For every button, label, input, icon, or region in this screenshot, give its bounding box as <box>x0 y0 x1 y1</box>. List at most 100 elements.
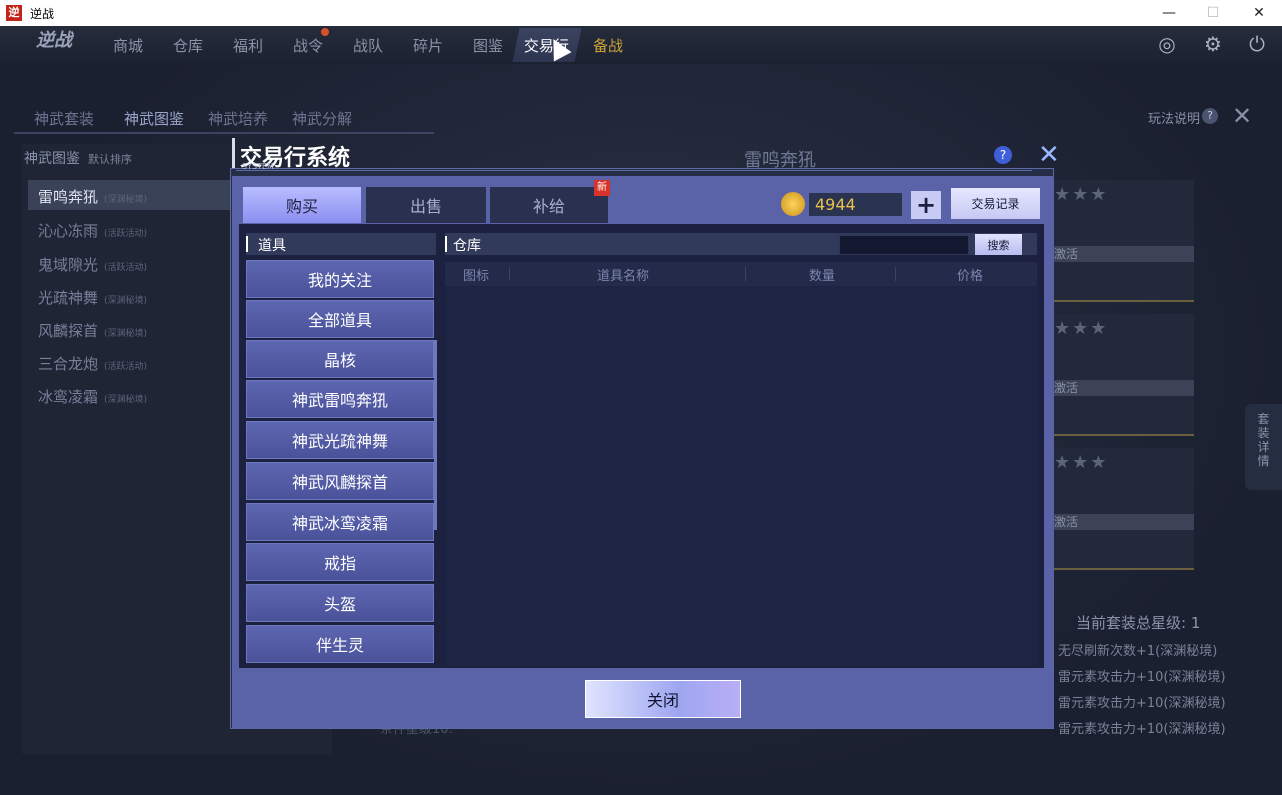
category-item-ring[interactable]: 戒指 <box>246 543 434 581</box>
list-item[interactable]: 冰鸾凌霜 (深渊秘境) <box>38 386 147 407</box>
list-item-name: 三合龙炮 <box>38 355 99 373</box>
modal-close-icon[interactable]: ✕ <box>1038 142 1060 168</box>
add-currency-button[interactable]: + <box>911 191 941 219</box>
collection-list-header: 神武图鉴 默认排序 <box>24 148 132 168</box>
category-list: 我的关注 全部道具 晶核 神武雷鸣奔犼 神武光疏神舞 神武风麟探首 神武冰鸾凌霜… <box>246 258 436 672</box>
nav-tab-battlepass[interactable]: 战令 <box>278 28 338 62</box>
sub-tab-collection[interactable]: 神武图鉴 <box>124 108 184 129</box>
list-item[interactable]: 鬼域隙光 (活跃活动) <box>38 254 147 275</box>
nav-tab-shop[interactable]: 商城 <box>98 28 158 62</box>
activate-label[interactable]: 激活 <box>1050 514 1194 530</box>
nav-tab-team[interactable]: 战队 <box>338 28 398 62</box>
help-icon[interactable]: ? <box>994 146 1012 164</box>
list-item-name: 光疏神舞 <box>38 289 99 307</box>
set-total-label: 当前套装总星级: <box>1076 614 1187 632</box>
category-item-companion[interactable]: 伴生灵 <box>246 625 434 663</box>
warehouse-header-accent <box>445 236 447 252</box>
nav-tab-prepare[interactable]: 备战 <box>578 28 638 62</box>
set-total-value: 1 <box>1190 614 1201 632</box>
close-icon[interactable]: ✕ <box>1232 102 1252 130</box>
category-header-accent <box>246 236 248 252</box>
title-divider <box>236 170 1032 171</box>
set-details-label: 套装详情 <box>1257 412 1270 468</box>
nav-tab-welfare[interactable]: 福利 <box>218 28 278 62</box>
list-item-tag: (深渊秘境) <box>104 329 148 339</box>
tab-supply[interactable]: 补给 <box>490 187 608 223</box>
column-divider <box>509 267 510 281</box>
target-icon[interactable]: ◎ <box>1154 31 1180 57</box>
question-icon[interactable]: ? <box>1202 108 1218 124</box>
list-item-tag: (深渊秘境) <box>104 296 148 306</box>
column-item-name: 道具名称 <box>597 269 650 284</box>
gameplay-help-link[interactable]: 玩法说明 <box>1148 108 1200 127</box>
category-item-weapon-4[interactable]: 神武冰鸾凌霜 <box>246 503 434 541</box>
list-item[interactable]: 沁心冻雨 (活跃活动) <box>38 220 147 241</box>
list-item-name: 冰鸾凌霜 <box>38 388 99 406</box>
power-icon[interactable]: ⏻ <box>1244 31 1270 57</box>
category-item-weapon-3[interactable]: 神武风麟探首 <box>246 462 434 500</box>
minimize-button[interactable]: — <box>1146 0 1192 26</box>
category-header: 道具 <box>246 233 436 255</box>
app-logo-icon: 逆 <box>6 5 22 21</box>
column-quantity: 数量 <box>809 269 836 284</box>
category-item-helmet[interactable]: 头盔 <box>246 584 434 622</box>
list-item-tag: (活跃活动) <box>104 362 148 372</box>
nav-tab-warehouse[interactable]: 仓库 <box>158 28 218 62</box>
sort-label[interactable]: 默认排序 <box>88 153 132 166</box>
gear-icon[interactable]: ⚙ <box>1200 31 1226 57</box>
search-input[interactable] <box>839 235 969 255</box>
title-accent <box>232 138 235 168</box>
star-rating: ★★★ <box>1054 452 1109 473</box>
game-logo: 逆战 <box>36 30 72 51</box>
list-item-name: 鬼域隙光 <box>38 256 99 274</box>
list-item-name: 雷鸣奔犼 <box>38 188 99 206</box>
category-item-all[interactable]: 全部道具 <box>246 300 434 338</box>
coin-icon <box>781 192 805 216</box>
new-badge: 新 <box>594 180 610 196</box>
star-cards: ★★★ 激活 ★★★ 激活 ★★★ 激活 <box>1050 180 1194 570</box>
star-card: ★★★ 激活 <box>1050 314 1194 436</box>
maximize-button[interactable]: ☐ <box>1190 0 1236 26</box>
category-item-weapon-1[interactable]: 神武雷鸣奔犼 <box>246 380 434 418</box>
search-button[interactable]: 搜索 <box>975 234 1022 255</box>
tab-sell[interactable]: 出售 <box>366 187 486 223</box>
set-bonus-line: 雷元素攻击力+10(深渊秘境) <box>1058 696 1226 711</box>
list-item[interactable]: 光疏神舞 (深渊秘境) <box>38 287 147 308</box>
set-bonus-line: 雷元素攻击力+10(深渊秘境) <box>1058 670 1226 685</box>
category-header-label: 道具 <box>258 238 286 254</box>
list-item-name: 沁心冻雨 <box>38 222 99 240</box>
column-divider <box>745 267 746 281</box>
star-rating: ★★★ <box>1054 184 1109 205</box>
category-item-crystal-core[interactable]: 晶核 <box>246 340 434 378</box>
set-bonus-line: 雷元素攻击力+10(深渊秘境) <box>1058 722 1226 737</box>
nav-tab-collection[interactable]: 图鉴 <box>458 28 518 62</box>
nav-tab-fragments[interactable]: 碎片 <box>398 28 458 62</box>
column-icon: 图标 <box>463 269 490 284</box>
window-titlebar: 逆 逆战 — ☐ ✕ <box>0 0 1282 26</box>
list-item[interactable]: 雷鸣奔犼 (深渊秘境) <box>38 186 147 207</box>
activate-label[interactable]: 激活 <box>1050 246 1194 262</box>
window-close-button[interactable]: ✕ <box>1236 0 1282 26</box>
list-item-tag: (活跃活动) <box>104 263 148 273</box>
category-scrollbar[interactable] <box>434 340 437 530</box>
list-item[interactable]: 三合龙炮 (活跃活动) <box>38 353 147 374</box>
currency-amount: 4944 <box>809 193 902 216</box>
category-item-following[interactable]: 我的关注 <box>246 260 434 298</box>
close-button[interactable]: 关闭 <box>585 680 741 718</box>
list-item-name: 风麟探首 <box>38 322 99 340</box>
sub-tab-cultivate[interactable]: 神武培养 <box>208 108 268 129</box>
sub-tab-sets[interactable]: 神武套装 <box>34 108 94 129</box>
sub-tab-decompose[interactable]: 神武分解 <box>292 108 352 129</box>
collection-list-title: 神武图鉴 <box>24 151 80 167</box>
column-divider <box>895 267 896 281</box>
activate-label[interactable]: 激活 <box>1050 380 1194 396</box>
set-details-handle[interactable]: 套装详情 <box>1245 404 1282 490</box>
list-item-tag: (活跃活动) <box>104 229 148 239</box>
category-item-weapon-2[interactable]: 神武光疏神舞 <box>246 421 434 459</box>
list-item-tag: (深渊秘境) <box>104 195 148 205</box>
tab-buy[interactable]: 购买 <box>243 187 361 223</box>
set-bonus-line: 无尽刷新次数+1(深渊秘境) <box>1058 644 1218 659</box>
warehouse-column-headers: 图标 道具名称 数量 价格 <box>445 262 1037 286</box>
trade-record-button[interactable]: 交易记录 <box>951 188 1040 219</box>
list-item[interactable]: 风麟探首 (深渊秘境) <box>38 320 147 341</box>
